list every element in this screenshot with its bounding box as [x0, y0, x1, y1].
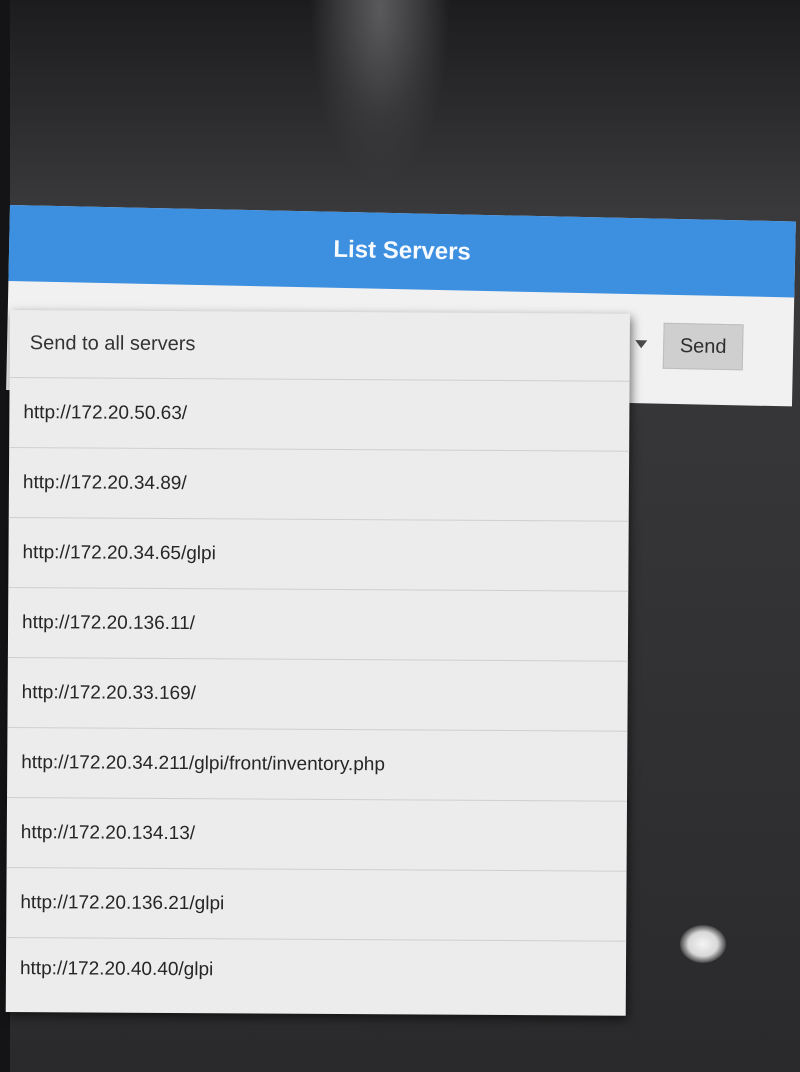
send-button[interactable]: Send — [662, 322, 744, 371]
dialog-title: List Servers — [333, 235, 472, 266]
light-reflection — [680, 925, 726, 963]
server-dropdown-list: Send to all servers http://172.20.50.63/… — [5, 310, 630, 1016]
dialog-header: List Servers — [8, 205, 796, 298]
server-option[interactable]: http://172.20.34.89/ — [8, 447, 630, 522]
server-option[interactable]: http://172.20.34.65/glpi — [8, 517, 629, 592]
server-option[interactable]: http://172.20.136.11/ — [7, 587, 629, 662]
server-option[interactable]: http://172.20.40.40/glpi — [6, 938, 626, 1004]
server-option[interactable]: http://172.20.33.169/ — [7, 657, 628, 732]
server-option[interactable]: http://172.20.34.211/glpi/front/inventor… — [7, 727, 628, 802]
option-send-to-all-servers[interactable]: Send to all servers — [9, 310, 630, 382]
server-option[interactable]: http://172.20.134.13/ — [6, 797, 628, 872]
server-option[interactable]: http://172.20.136.21/glpi — [6, 867, 627, 942]
dropdown-arrow-icon[interactable] — [635, 340, 648, 349]
server-option[interactable]: http://172.20.50.63/ — [9, 377, 630, 452]
